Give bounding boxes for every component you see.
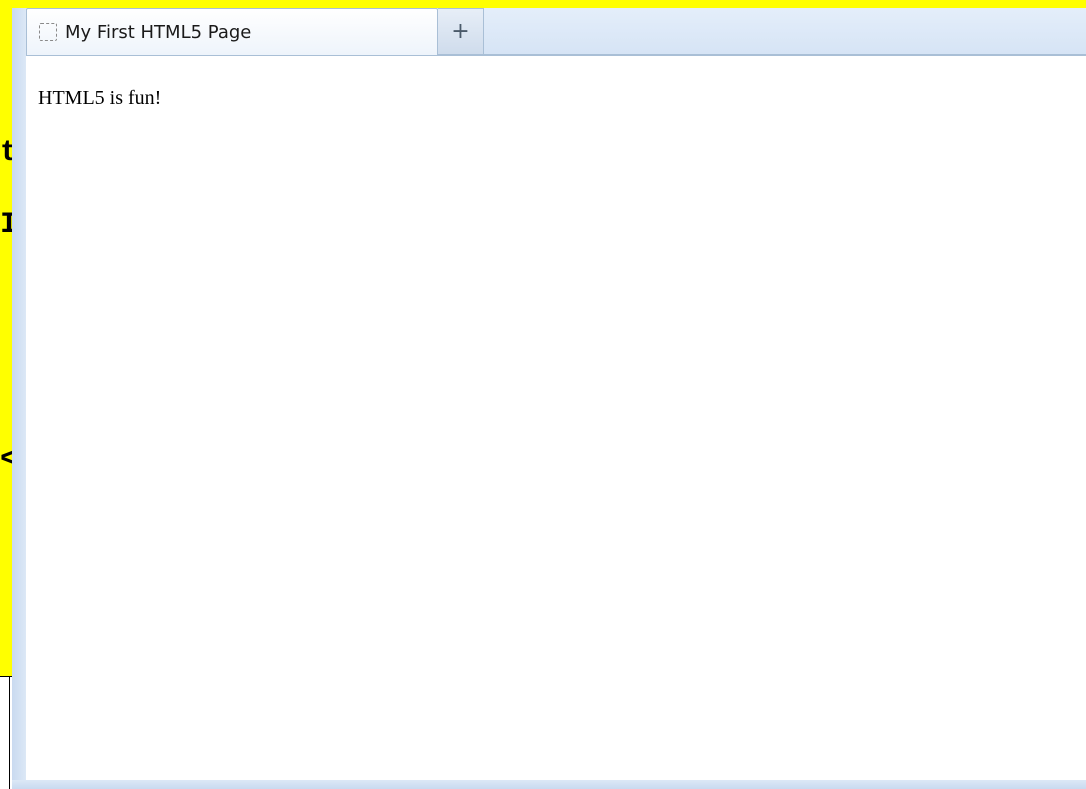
background-text-fragment: I bbox=[0, 210, 12, 240]
new-tab-button[interactable]: + bbox=[438, 8, 484, 55]
background-text-fragment: t bbox=[0, 138, 12, 168]
tab-my-first-html5-page[interactable]: My First HTML5 Page bbox=[26, 8, 438, 55]
window-frame-bottom bbox=[12, 780, 1086, 789]
plus-icon: + bbox=[451, 19, 470, 44]
window-frame-left bbox=[12, 8, 26, 789]
page-paragraph: HTML5 is fun! bbox=[38, 87, 162, 109]
tab-title: My First HTML5 Page bbox=[65, 21, 252, 43]
background-text-fragment: < bbox=[0, 445, 12, 475]
tab-bar: My First HTML5 Page + bbox=[26, 8, 1086, 55]
page-icon bbox=[39, 23, 57, 41]
browser-window: My First HTML5 Page + HTML5 is fun! bbox=[12, 8, 1086, 789]
background-window-edge bbox=[9, 677, 10, 789]
page-content: HTML5 is fun! bbox=[26, 55, 1086, 780]
